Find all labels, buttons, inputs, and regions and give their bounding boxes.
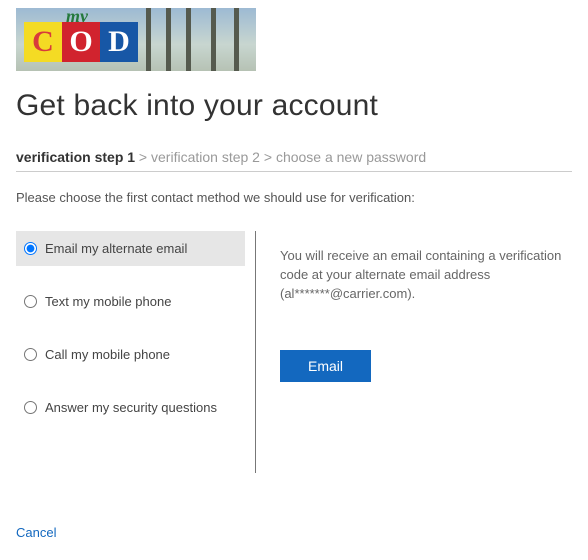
step-1-label: verification step 1 bbox=[16, 149, 135, 165]
radio-text-mobile[interactable] bbox=[24, 295, 37, 308]
verification-steps: verification step 1 > verification step … bbox=[16, 149, 572, 172]
logo-d: D bbox=[100, 22, 138, 62]
instruction-text: Please choose the first contact method w… bbox=[16, 190, 572, 205]
email-button[interactable]: Email bbox=[280, 350, 371, 382]
option-label: Email my alternate email bbox=[45, 241, 187, 256]
option-label: Text my mobile phone bbox=[45, 294, 171, 309]
option-label: Call my mobile phone bbox=[45, 347, 170, 362]
contact-method-options: Email my alternate email Text my mobile … bbox=[16, 231, 256, 473]
radio-email-alternate[interactable] bbox=[24, 242, 37, 255]
option-text-mobile[interactable]: Text my mobile phone bbox=[16, 284, 245, 319]
page-title: Get back into your account bbox=[16, 89, 572, 123]
radio-security-questions[interactable] bbox=[24, 401, 37, 414]
radio-call-mobile[interactable] bbox=[24, 348, 37, 361]
option-label: Answer my security questions bbox=[45, 400, 217, 415]
logo-o: O bbox=[62, 22, 100, 62]
logo-c: C bbox=[24, 22, 62, 62]
option-security-questions[interactable]: Answer my security questions bbox=[16, 390, 245, 425]
detail-message: You will receive an email containing a v… bbox=[280, 247, 568, 304]
step-2-label: verification step 2 bbox=[151, 149, 260, 165]
option-email-alternate[interactable]: Email my alternate email bbox=[16, 231, 245, 266]
banner-logo: my C O D bbox=[16, 8, 256, 71]
method-detail: You will receive an email containing a v… bbox=[256, 231, 572, 473]
option-call-mobile[interactable]: Call my mobile phone bbox=[16, 337, 245, 372]
step-3-label: choose a new password bbox=[276, 149, 426, 165]
cancel-link[interactable]: Cancel bbox=[16, 525, 56, 540]
